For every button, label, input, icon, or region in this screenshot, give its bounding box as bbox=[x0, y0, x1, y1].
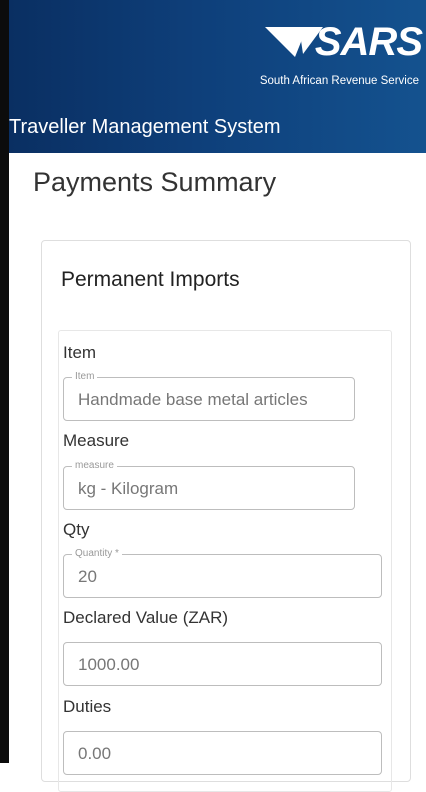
measure-field-legend: measure bbox=[72, 460, 117, 472]
sars-logo: SARS bbox=[264, 20, 423, 64]
left-window-edge bbox=[0, 0, 9, 763]
card-title: Permanent Imports bbox=[61, 268, 240, 291]
duties-label: Duties bbox=[63, 697, 112, 716]
quantity-field[interactable]: Quantity * 20 bbox=[63, 548, 382, 598]
declared-value-label: Declared Value (ZAR) bbox=[63, 608, 229, 627]
measure-label: Measure bbox=[63, 431, 130, 450]
measure-field[interactable]: measure kg - Kilogram bbox=[63, 460, 355, 510]
item-label: Item bbox=[63, 343, 97, 362]
system-title: Traveller Management System bbox=[9, 116, 281, 138]
sars-logo-text: SARS bbox=[314, 20, 423, 64]
page-title: Payments Summary bbox=[33, 167, 277, 197]
duties-field-value: 0.00 bbox=[78, 744, 112, 763]
item-field[interactable]: Item Handmade base metal articles bbox=[63, 371, 355, 421]
brand-subtitle: South African Revenue Service bbox=[259, 75, 419, 87]
declared-value-field-value: 1000.00 bbox=[78, 655, 140, 674]
app-header: SARS South African Revenue Service Trave… bbox=[9, 0, 426, 153]
item-field-legend: Item bbox=[72, 371, 98, 383]
measure-field-value: kg - Kilogram bbox=[78, 479, 179, 498]
quantity-field-legend: Quantity * bbox=[72, 548, 122, 560]
declared-value-field[interactable]: 1000.00 bbox=[63, 642, 382, 686]
quantity-field-value: 20 bbox=[78, 567, 97, 586]
qty-label: Qty bbox=[63, 520, 90, 539]
item-field-value: Handmade base metal articles bbox=[78, 390, 308, 409]
duties-field[interactable]: 0.00 bbox=[63, 731, 382, 775]
